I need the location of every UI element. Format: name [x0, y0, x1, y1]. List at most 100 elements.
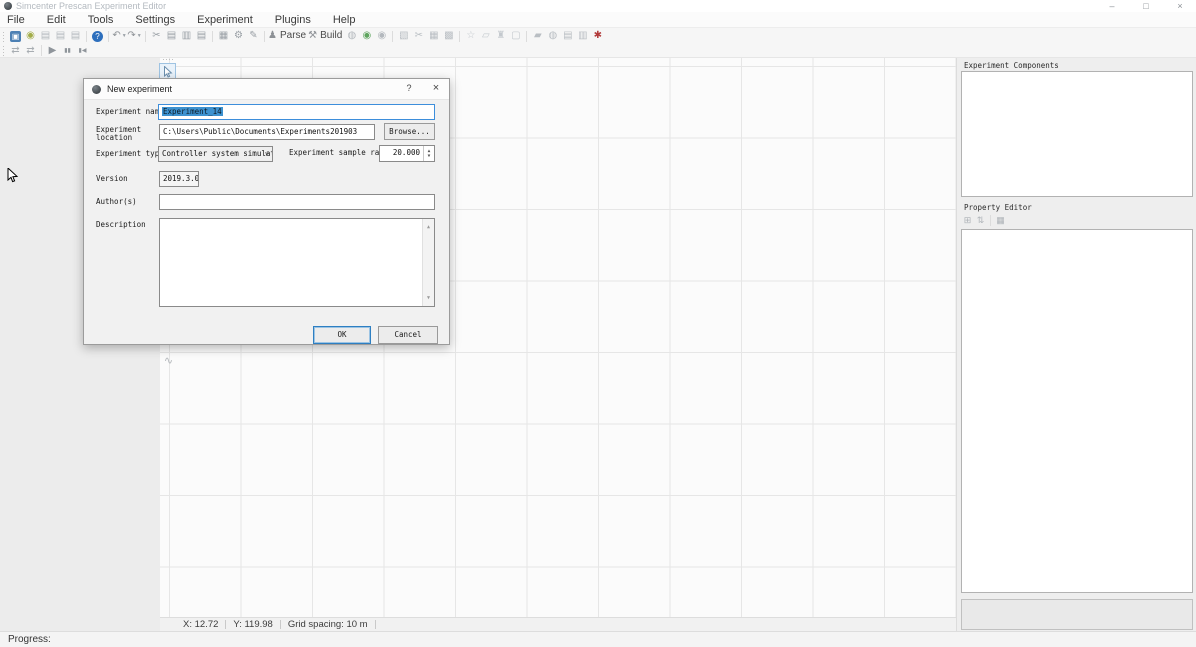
selected-text: Experiment_14 [162, 107, 223, 116]
open-experiment-button[interactable]: ◉ [23, 29, 38, 43]
paste-button[interactable]: ▥ [179, 29, 194, 43]
viewport-button[interactable]: ▢ [508, 29, 523, 43]
run-gray-button[interactable]: ◉ [374, 29, 389, 43]
cut-button[interactable]: ✂ [149, 29, 164, 43]
minimize-icon[interactable]: – [1106, 1, 1118, 11]
grid-table-button[interactable]: ▦ [426, 29, 441, 43]
globe-button[interactable]: ◍ [545, 29, 560, 43]
actor-button[interactable]: ♜ [493, 29, 508, 43]
save-as-icon: ▤ [71, 29, 80, 43]
parse-label: Parse [280, 29, 306, 43]
spinner-arrows[interactable]: ▲▼ [423, 146, 434, 161]
save-as-button[interactable]: ▤ [68, 29, 83, 43]
menu-experiment[interactable]: Experiment [186, 12, 264, 28]
pause-button[interactable]: ▮▮ [60, 44, 75, 58]
toolbar-separator [41, 45, 42, 56]
play-icon: ▶ [49, 44, 57, 58]
app-logo-icon [4, 2, 12, 10]
image-button[interactable]: ▩ [441, 29, 456, 43]
experiment-name-input[interactable]: Experiment_14 [158, 104, 435, 120]
folder-button[interactable]: ▱ [478, 29, 493, 43]
play-button[interactable]: ▶ [45, 44, 60, 58]
property-editor-grid[interactable] [961, 229, 1193, 593]
star-button[interactable]: ☆ [463, 29, 478, 43]
run-simulation-button[interactable]: ◍ [344, 29, 359, 43]
duplicate-button[interactable]: ▤ [194, 29, 209, 43]
import-experiment-button[interactable]: ▤ [38, 29, 53, 43]
sample-rate-spinbox[interactable]: 20.000 ▲▼ [379, 145, 435, 162]
menu-file[interactable]: File [0, 12, 36, 28]
save-experiment-button[interactable]: ▤ [53, 29, 68, 43]
dialog-title-bar[interactable]: New experiment ? × [84, 79, 449, 100]
sort-alphabetically-button[interactable]: ⇅ [974, 213, 987, 227]
star-icon: ☆ [466, 29, 475, 43]
regenerate-button[interactable]: ⇄ [8, 44, 23, 58]
bottom-status-bar: Progress: [0, 631, 1196, 647]
road-segment-button[interactable]: ▧ [396, 29, 411, 43]
parse-button[interactable]: ♟Parse [268, 29, 308, 43]
build-label: Build [320, 29, 342, 43]
experiment-location-input[interactable]: C:\Users\Public\Documents\Experiments201… [159, 124, 375, 140]
description-label: Description [96, 221, 146, 229]
undo-button[interactable]: ↶▼ [112, 29, 127, 43]
playback-toolbar: 0.000 0.000 ⇄⇄▶▮▮▮◀ [0, 44, 1196, 58]
toolbar-grip[interactable] [2, 31, 6, 42]
layers-button[interactable]: ▤ [560, 29, 575, 43]
scroll-down-icon[interactable]: ▼ [423, 291, 434, 305]
menu-edit[interactable]: Edit [36, 12, 77, 28]
menu-settings[interactable]: Settings [124, 12, 186, 28]
regenerate-all-icon: ⇄ [26, 44, 34, 58]
dialog-help-icon[interactable]: ? [401, 83, 417, 93]
menu-plugins[interactable]: Plugins [264, 12, 322, 28]
browse-button[interactable]: Browse... [384, 123, 435, 140]
toolbar-separator [86, 31, 87, 42]
bug-button[interactable]: ✱ [590, 29, 605, 43]
actor-icon: ♜ [496, 29, 505, 43]
viewport-icon: ▢ [511, 29, 520, 43]
dialog-close-icon[interactable]: × [427, 82, 445, 94]
monitor-button[interactable]: ▰ [530, 29, 545, 43]
property-grid-icon: ▦ [996, 213, 1005, 227]
wrench-button[interactable]: ⚙ [231, 29, 246, 43]
road-curve-icon: ∿ [164, 354, 173, 367]
toolbar-grip[interactable] [162, 58, 174, 62]
experiment-name-label: Experiment name [96, 108, 164, 116]
property-grid-button[interactable]: ▦ [994, 213, 1007, 227]
maximize-icon[interactable]: □ [1140, 1, 1152, 11]
road-tool-button[interactable]: ∿ [160, 352, 177, 369]
redo-button[interactable]: ↷▼ [127, 29, 142, 43]
export-button[interactable]: ▥ [575, 29, 590, 43]
experiment-type-dropdown[interactable]: Controller system simulati ∨ [158, 146, 273, 162]
help-button[interactable]: ? [90, 29, 105, 43]
menu-tools[interactable]: Tools [77, 12, 125, 28]
experiment-type-label: Experiment type [96, 150, 164, 158]
categorize-button[interactable]: ⊞ [961, 213, 974, 227]
copy-button[interactable]: ▤ [164, 29, 179, 43]
dropdown-arrow-icon[interactable]: ▼ [122, 29, 127, 43]
pencil-button[interactable]: ✎ [246, 29, 261, 43]
scrollbar[interactable]: ▲ ▼ [422, 219, 434, 306]
menu-bar: FileEditToolsSettingsExperimentPluginsHe… [0, 12, 1196, 28]
regenerate-all-button[interactable]: ⇄ [23, 44, 38, 58]
cancel-button[interactable]: Cancel [378, 326, 438, 344]
redo-icon: ↷ [127, 29, 135, 43]
new-experiment-button[interactable]: ▣ [8, 29, 23, 43]
experiment-components-tree[interactable] [961, 71, 1193, 197]
dropdown-arrow-icon[interactable]: ▼ [137, 29, 142, 43]
ok-button[interactable]: OK [313, 326, 371, 344]
close-icon[interactable]: × [1174, 1, 1186, 11]
table-view-button[interactable]: ▦ [216, 29, 231, 43]
version-value: 2019.3.0 [159, 171, 199, 187]
run-green-button[interactable]: ◉ [359, 29, 374, 43]
authors-input[interactable] [159, 194, 435, 210]
description-textarea[interactable]: ▲ ▼ [159, 218, 435, 307]
toolbar-grip[interactable] [2, 45, 6, 56]
scroll-up-icon[interactable]: ▲ [423, 220, 434, 234]
build-button[interactable]: ⚒Build [308, 29, 344, 43]
rewind-button[interactable]: ▮◀ [75, 44, 90, 58]
experiment-components-title: Experiment Components [964, 61, 1059, 70]
cut-road-icon: ✂ [415, 29, 423, 43]
cut-road-button[interactable]: ✂ [411, 29, 426, 43]
main-toolbar: ▣◉▤▤▤?↶▼↷▼✂▤▥▤▦⚙✎♟Parse⚒Build◍◉◉▧✂▦▩☆▱♜▢… [0, 28, 1196, 44]
menu-help[interactable]: Help [322, 12, 367, 28]
